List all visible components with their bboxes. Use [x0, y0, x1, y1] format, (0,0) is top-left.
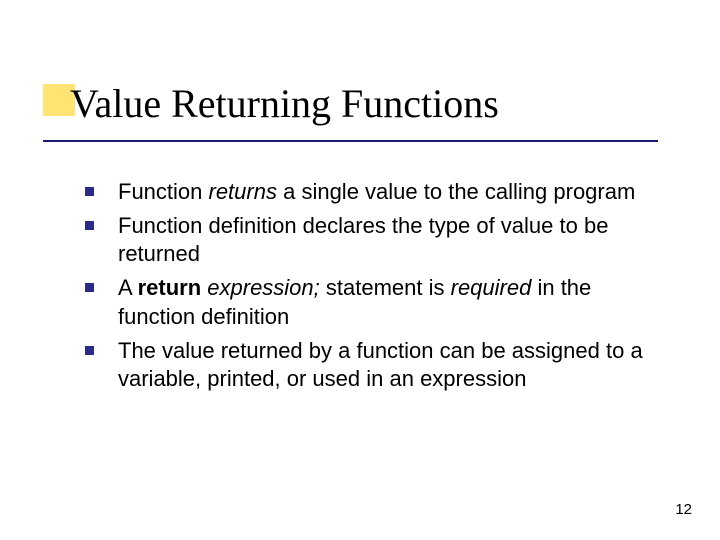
- list-item-text: A return expression; statement is requir…: [118, 274, 665, 330]
- list-item: Function definition declares the type of…: [85, 212, 665, 268]
- title-underline: [43, 140, 658, 142]
- list-item: A return expression; statement is requir…: [85, 274, 665, 330]
- page-number: 12: [675, 501, 692, 518]
- list-item: The value returned by a function can be …: [85, 337, 665, 393]
- square-bullet-icon: [85, 283, 94, 292]
- list-item: Function returns a single value to the c…: [85, 178, 665, 206]
- square-bullet-icon: [85, 221, 94, 230]
- list-item-text: Function definition declares the type of…: [118, 212, 665, 268]
- list-item-text: The value returned by a function can be …: [118, 337, 665, 393]
- bullet-list: Function returns a single value to the c…: [85, 178, 665, 399]
- list-item-text: Function returns a single value to the c…: [118, 178, 635, 206]
- slide-title: Value Returning Functions: [70, 80, 499, 127]
- title-container: Value Returning Functions: [70, 80, 499, 127]
- square-bullet-icon: [85, 346, 94, 355]
- square-bullet-icon: [85, 187, 94, 196]
